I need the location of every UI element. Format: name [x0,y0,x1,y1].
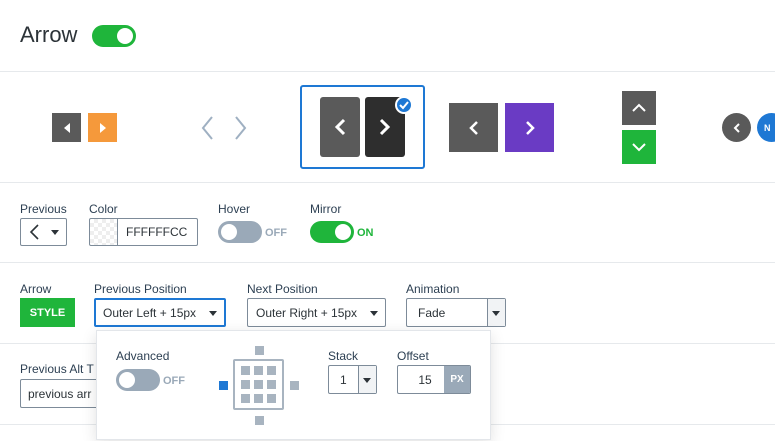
grid-inner[interactable] [254,366,263,375]
style-6-badge: N [764,122,771,133]
previous-alt-value: previous arr [28,386,92,401]
style-1-prev[interactable] [52,113,81,142]
mirror-label: Mirror [310,202,342,216]
thin-chevron-left-icon [201,116,213,140]
chevron-down-icon [632,143,646,152]
color-field[interactable]: FFFFFFCC [89,218,198,246]
grid-inner[interactable] [241,366,250,375]
chevron-down-icon [363,377,371,383]
next-position-value: Outer Right + 15px [256,305,358,320]
style-3-prev[interactable] [320,97,360,157]
advanced-state: OFF [163,375,185,387]
style-2-next[interactable] [230,113,252,143]
animation-label: Animation [406,282,460,296]
chevron-down-icon [51,230,59,235]
style-6-prev[interactable] [722,113,751,142]
chevron-right-icon [379,118,391,136]
triangle-right-icon [99,122,106,133]
hover-label: Hover [218,202,251,216]
animation-value: Fade [418,305,446,320]
chevron-down-icon [209,310,217,316]
grid-inner[interactable] [254,394,263,403]
style-button[interactable]: STYLE [20,298,75,327]
color-swatch[interactable] [90,219,118,245]
grid-inner[interactable] [267,366,276,375]
grid-bottom[interactable] [255,416,264,425]
grid-top[interactable] [255,346,264,355]
stack-select[interactable]: 1 [328,365,377,394]
checkmark-icon [395,96,413,114]
chevron-down-icon [492,310,500,316]
page-title: Arrow [20,22,78,47]
next-position-select[interactable]: Outer Right + 15px [247,298,386,327]
mirror-toggle[interactable] [310,221,354,243]
triangle-left-icon [63,122,70,133]
animation-select-button[interactable] [487,299,505,326]
style-4-next[interactable] [505,103,554,152]
previous-arrow-select[interactable] [20,218,67,246]
grid-inner[interactable] [241,380,250,389]
grid-left-selected[interactable] [219,381,228,390]
settings-row-1: Previous Color FFFFFFCC Hover OFF Mirror… [0,184,775,263]
grid-inner[interactable] [254,380,263,389]
arrow-style-gallery: N [0,73,775,183]
position-grid[interactable] [217,343,302,428]
previous-position-select[interactable]: Outer Left + 15px [94,298,226,327]
thin-chevron-right-icon [235,116,247,140]
color-label: Color [89,202,118,216]
chevron-left-icon [334,118,346,136]
previous-label: Previous [20,202,67,216]
style-1-next[interactable] [88,113,117,142]
color-value: FFFFFFCC [126,225,188,239]
header: Arrow [0,0,775,72]
next-position-label: Next Position [247,282,318,296]
chevron-left-icon [29,224,39,240]
previous-alt-label: Previous Alt T [20,362,94,376]
stack-value: 1 [340,372,347,387]
advanced-label: Advanced [116,349,170,363]
advanced-toggle[interactable] [116,369,160,391]
style-6-next[interactable]: N [757,113,775,142]
grid-inner[interactable] [267,394,276,403]
mirror-state: ON [357,227,374,239]
chevron-left-icon [733,122,740,133]
chevron-right-icon [525,120,535,135]
stack-label: Stack [328,349,359,363]
grid-right[interactable] [290,381,299,390]
style-5-up[interactable] [622,91,656,125]
arrow-label: Arrow [20,282,52,296]
stack-select-button[interactable] [358,366,376,393]
chevron-up-icon [632,103,646,112]
style-4-prev[interactable] [449,103,498,152]
hover-toggle[interactable] [218,221,262,243]
hover-state: OFF [265,227,287,239]
previous-position-value: Outer Left + 15px [103,305,197,320]
grid-inner[interactable] [241,394,250,403]
offset-unit: PX [444,366,470,393]
offset-field[interactable]: 15 PX [397,365,471,394]
arrow-enable-toggle[interactable] [92,25,136,47]
chevron-down-icon [370,310,378,316]
position-popup: Advanced OFF Stack 1 Offset 15 PX [96,330,491,440]
style-5-down[interactable] [622,130,656,164]
chevron-left-icon [468,120,478,135]
offset-value[interactable]: 15 [398,373,446,387]
animation-select[interactable]: Fade [406,298,506,327]
grid-inner[interactable] [267,380,276,389]
previous-position-label: Previous Position [94,282,187,296]
style-2-prev[interactable] [196,113,218,143]
offset-label: Offset [397,349,429,363]
